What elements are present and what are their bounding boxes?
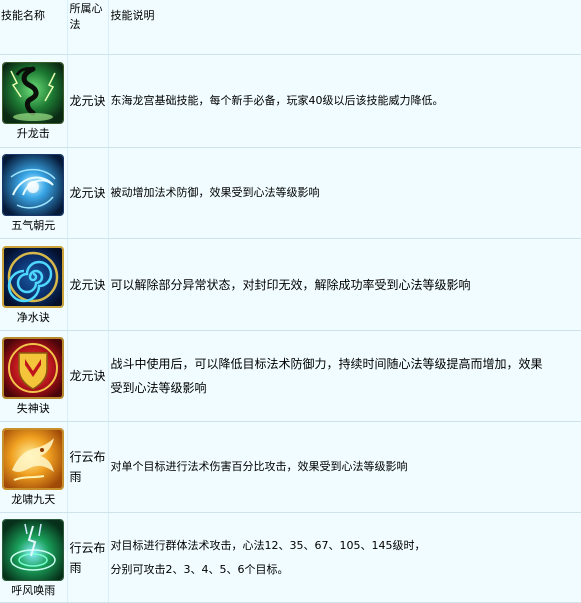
header-xinfa: 所属心法 — [67, 0, 109, 55]
skill-name-cell: 龙啸九天 — [0, 421, 68, 513]
skill-description: 东海龙宫基础技能，每个新手必备，玩家40级以后该技能威力降低。 — [108, 54, 581, 148]
description-line: 东海龙宫基础技能，每个新手必备，玩家40级以后该技能威力降低。 — [110, 94, 444, 107]
xinfa-line: 雨 — [69, 560, 82, 575]
skill-name: 失神诀 — [16, 402, 50, 415]
xinfa-line: 雨 — [69, 470, 82, 484]
dragon-lightning-icon — [2, 62, 65, 124]
water-spiral-icon — [2, 245, 65, 308]
description-line: 对目标进行群体法术攻击，心法12、35、67、105、145级时， — [110, 538, 426, 552]
skill-name-cell: 净水诀 — [0, 238, 68, 331]
skill-xinfa: 龙元诀 — [67, 147, 109, 239]
description-line: 被动增加法术防御，效果受到心法等级影响 — [110, 186, 320, 199]
skill-name-cell: 失神诀 — [0, 330, 68, 422]
xinfa-line: 行云布 — [69, 450, 106, 464]
skill-row: 五气朝元 龙元诀 被动增加法术防御，效果受到心法等级影响 — [0, 147, 581, 239]
skill-xinfa: 行云布 雨 — [67, 421, 109, 513]
description-line: 受到心法等级影响 — [110, 381, 207, 395]
red-shield-icon — [2, 337, 65, 399]
golden-dragon-icon — [2, 428, 65, 490]
skill-description: 对单个目标进行法术伤害百分比攻击，效果受到心法等级影响 — [108, 421, 581, 513]
skill-name: 呼风唤雨 — [11, 583, 56, 597]
skill-row: 升龙击 龙元诀 东海龙宫基础技能，每个新手必备，玩家40级以后该技能威力降低。 — [0, 54, 581, 148]
skill-row: 呼风唤雨 行云布 雨 对目标进行群体法术攻击，心法12、35、67、105、14… — [0, 512, 581, 603]
skill-name-cell: 呼风唤雨 — [0, 512, 68, 603]
description-line: 对单个目标进行法术伤害百分比攻击，效果受到心法等级影响 — [110, 460, 408, 473]
skill-description: 战斗中使用后，可以降低目标法术防御力，持续时间随心法等级提高而增加，效果 受到心… — [108, 330, 581, 422]
skill-row: 失神诀 龙元诀 战斗中使用后，可以降低目标法术防御力，持续时间随心法等级提高而增… — [0, 330, 581, 422]
green-whirlwind-icon — [2, 518, 65, 581]
skill-name-cell: 五气朝元 — [0, 147, 68, 239]
skill-row: 净水诀 龙元诀 可以解除部分异常状态，对封印无效，解除成功率受到心法等级影响 — [0, 238, 581, 331]
description-line: 分别可攻击2、3、4、5、6个目标。 — [110, 562, 289, 576]
skill-name: 龙啸九天 — [11, 493, 56, 506]
skill-name: 净水诀 — [16, 310, 50, 324]
skill-xinfa: 龙元诀 — [67, 330, 109, 422]
header-description: 技能说明 — [108, 0, 581, 55]
header-skill-name: 技能名称 — [0, 0, 68, 55]
skill-xinfa: 行云布 雨 — [67, 512, 109, 603]
table-header-row: 技能名称 所属心法 技能说明 — [0, 0, 581, 55]
description-line: 可以解除部分异常状态，对封印无效，解除成功率受到心法等级影响 — [110, 277, 471, 292]
skill-name: 升龙击 — [16, 127, 50, 140]
skill-xinfa: 龙元诀 — [67, 238, 109, 331]
skill-xinfa: 龙元诀 — [67, 54, 109, 148]
xinfa-line: 行云布 — [69, 540, 106, 555]
skill-description: 可以解除部分异常状态，对封印无效，解除成功率受到心法等级影响 — [108, 238, 581, 331]
skill-row: 龙啸九天 行云布 雨 对单个目标进行法术伤害百分比攻击，效果受到心法等级影响 — [0, 421, 581, 513]
skill-description: 被动增加法术防御，效果受到心法等级影响 — [108, 147, 581, 239]
skill-name-cell: 升龙击 — [0, 54, 68, 148]
skill-description: 对目标进行群体法术攻击，心法12、35、67、105、145级时， 分别可攻击2… — [108, 512, 581, 603]
blue-energy-swirl-icon — [2, 154, 65, 216]
skills-table: 技能名称 所属心法 技能说明 升龙击 龙元诀 东海龙宫基础技能，每个新手必备，玩… — [0, 0, 581, 603]
skill-name: 五气朝元 — [11, 219, 56, 232]
description-line: 战斗中使用后，可以降低目标法术防御力，持续时间随心法等级提高而增加，效果 — [110, 357, 543, 371]
